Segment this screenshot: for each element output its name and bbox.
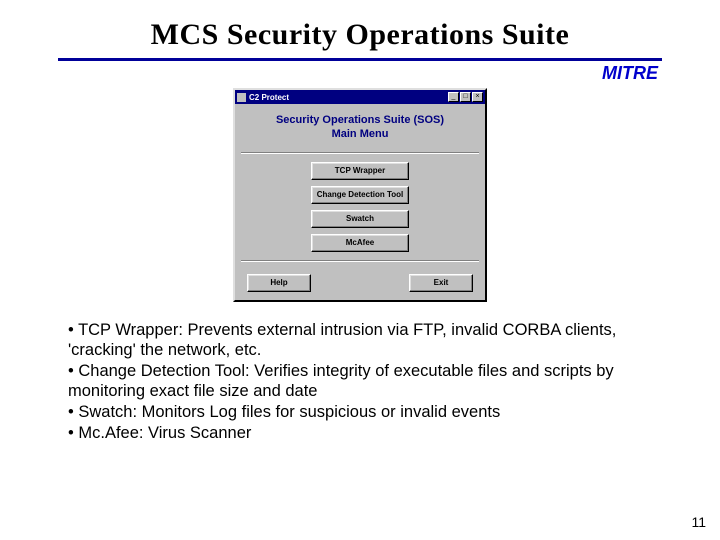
change-detection-button[interactable]: Change Detection Tool bbox=[311, 186, 409, 204]
window-title: C2 Protect bbox=[249, 93, 289, 102]
bullet-cdt: • Change Detection Tool: Verifies integr… bbox=[68, 361, 656, 402]
mcafee-button[interactable]: McAfee bbox=[311, 234, 409, 252]
window-titlebar: C2 Protect _ □ × bbox=[235, 90, 485, 104]
app-icon bbox=[237, 93, 246, 102]
exit-button[interactable]: Exit bbox=[409, 274, 473, 292]
close-button[interactable]: × bbox=[472, 92, 483, 102]
divider bbox=[241, 152, 479, 154]
divider-bottom bbox=[241, 260, 479, 262]
tcp-wrapper-button[interactable]: TCP Wrapper bbox=[311, 162, 409, 180]
window-header-line1: Security Operations Suite (SOS) bbox=[239, 114, 481, 128]
bullet-tcp: • TCP Wrapper: Prevents external intrusi… bbox=[68, 320, 656, 361]
swatch-button[interactable]: Swatch bbox=[311, 210, 409, 228]
page-number: 11 bbox=[691, 514, 706, 530]
bullet-list: • TCP Wrapper: Prevents external intrusi… bbox=[0, 302, 720, 444]
bullet-mcafee: • Mc.Afee: Virus Scanner bbox=[68, 423, 656, 444]
slide-title: MCS Security Operations Suite bbox=[0, 0, 720, 58]
maximize-button[interactable]: □ bbox=[460, 92, 471, 102]
help-button[interactable]: Help bbox=[247, 274, 311, 292]
window-header: Security Operations Suite (SOS) Main Men… bbox=[239, 110, 481, 150]
bullet-swatch: • Swatch: Monitors Log files for suspici… bbox=[68, 402, 656, 423]
window-header-line2: Main Menu bbox=[239, 128, 481, 142]
brand-label: MITRE bbox=[0, 61, 720, 84]
sos-window: C2 Protect _ □ × Security Operations Sui… bbox=[233, 88, 487, 302]
minimize-button[interactable]: _ bbox=[448, 92, 459, 102]
